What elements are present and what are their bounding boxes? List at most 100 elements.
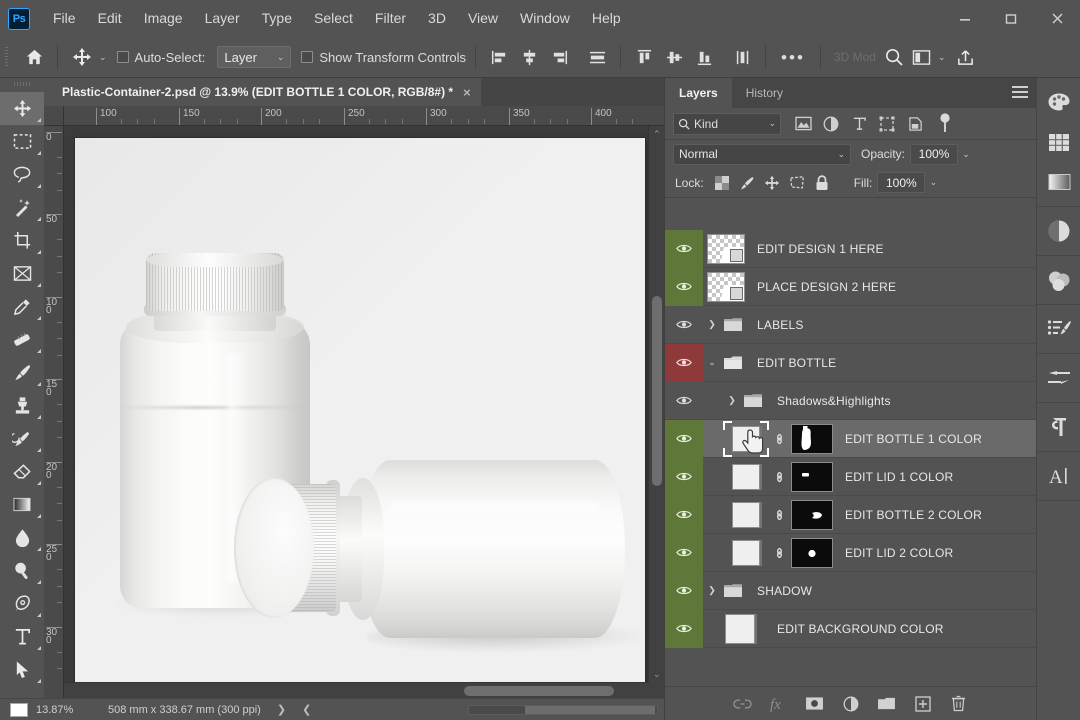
align-top-edges-icon[interactable] (630, 43, 658, 71)
layer-thumbnail[interactable] (723, 497, 769, 533)
layer-row[interactable]: PLACE DESIGN 2 HERE (665, 267, 1036, 306)
horizontal-ruler[interactable]: 100 150 200 250 300 350 400 (64, 106, 664, 126)
menu-item-select[interactable]: Select (303, 0, 364, 37)
distribute-vertically-icon[interactable] (728, 43, 756, 71)
adjustments-panel-icon[interactable] (1037, 211, 1080, 251)
character-panel-icon[interactable]: A (1037, 456, 1080, 496)
menu-item-view[interactable]: View (457, 0, 509, 37)
close-icon[interactable] (1034, 0, 1080, 37)
filter-pixel-icon[interactable] (789, 112, 817, 136)
fill-stepper-icon[interactable]: ⌄ (925, 172, 941, 193)
layer-mask-thumbnail[interactable] (791, 499, 833, 530)
spot-healing-brush-tool[interactable] (0, 323, 44, 356)
layer-visibility-toggle[interactable] (665, 230, 703, 268)
layer-mask-thumbnail[interactable] (791, 537, 833, 568)
brush-tool[interactable] (0, 356, 44, 389)
group-expand-toggle[interactable]: ❯ (723, 395, 741, 406)
group-expand-toggle[interactable]: ❯ (703, 319, 721, 330)
lock-artboard-icon[interactable] (787, 173, 807, 193)
opacity-stepper-icon[interactable]: ⌄ (958, 144, 974, 165)
options-bar-grip[interactable] (2, 43, 12, 71)
swatches-panel-icon[interactable] (1037, 122, 1080, 162)
layer-visibility-toggle[interactable] (665, 609, 703, 648)
fx-icon[interactable]: fx (768, 693, 790, 715)
menu-item-layer[interactable]: Layer (194, 0, 251, 37)
tab-history[interactable]: History (732, 78, 797, 108)
lock-position-icon[interactable] (762, 173, 782, 193)
layer-visibility-toggle[interactable] (665, 343, 703, 382)
layer-row[interactable]: EDIT BACKGROUND COLOR (665, 609, 1036, 648)
type-tool[interactable] (0, 620, 44, 653)
layer-filter-kind-dropdown[interactable]: Kind ⌄ (673, 112, 781, 135)
layer-visibility-toggle[interactable] (665, 533, 703, 572)
align-bottom-edges-icon[interactable] (690, 43, 718, 71)
mask-link-icon[interactable] (769, 468, 789, 486)
menu-item-help[interactable]: Help (581, 0, 632, 37)
align-right-edges-icon[interactable] (545, 43, 573, 71)
mask-link-icon[interactable] (769, 506, 789, 524)
layer-visibility-toggle[interactable] (665, 495, 703, 534)
mask-link-icon[interactable] (769, 430, 789, 448)
auto-select-checkbox[interactable] (116, 51, 129, 63)
align-left-edges-icon[interactable] (485, 43, 513, 71)
group-expand-toggle[interactable]: ❯ (703, 585, 721, 596)
layer-visibility-toggle[interactable] (665, 306, 703, 344)
scrollbar-thumb[interactable] (464, 686, 614, 696)
history-brush-tool[interactable] (0, 422, 44, 455)
chevron-up-icon[interactable]: ⌃ (653, 129, 661, 140)
scrollbar-thumb[interactable] (652, 296, 662, 486)
canvas-horizontal-scrollbar[interactable] (64, 682, 648, 698)
show-transform-controls-checkbox[interactable] (301, 51, 314, 63)
layer-row[interactable]: EDIT DESIGN 1 HERE (665, 230, 1036, 268)
menu-item-3d[interactable]: 3D (417, 0, 457, 37)
filter-shape-icon[interactable] (873, 112, 901, 136)
layer-row[interactable]: EDIT BOTTLE 2 COLOR (665, 495, 1036, 534)
clone-stamp-tool[interactable] (0, 389, 44, 422)
blend-mode-dropdown[interactable]: Normal ⌄ (673, 143, 851, 165)
home-icon[interactable] (20, 43, 48, 71)
status-progress-track[interactable] (468, 705, 658, 715)
eraser-tool[interactable] (0, 455, 44, 488)
menu-item-edit[interactable]: Edit (87, 0, 133, 37)
adjustment-icon[interactable] (840, 693, 862, 715)
layer-row[interactable]: ❯ SHADOW (665, 571, 1036, 610)
auto-select-scope-dropdown[interactable]: Layer ⌄ (217, 46, 292, 68)
canvas-vertical-scrollbar[interactable]: ⌃ ⌄ (648, 126, 664, 682)
tab-layers[interactable]: Layers (665, 78, 732, 108)
filter-type-icon[interactable] (845, 112, 873, 136)
blur-tool[interactable] (0, 521, 44, 554)
layer-thumbnail[interactable] (723, 535, 769, 571)
layer-visibility-toggle[interactable] (665, 571, 703, 610)
chevron-down-icon[interactable]: ⌄ (653, 669, 661, 680)
filter-adjustment-icon[interactable] (817, 112, 845, 136)
mask-link-icon[interactable] (769, 544, 789, 562)
maximize-icon[interactable] (988, 0, 1034, 37)
frame-tool[interactable] (0, 257, 44, 290)
screen-mode-caret-icon[interactable]: ⌄ (938, 52, 946, 63)
status-prev-button[interactable]: ❮ (302, 703, 311, 716)
layer-row[interactable]: ❯ LABELS (665, 306, 1036, 344)
color-panel-icon[interactable] (1037, 82, 1080, 122)
layer-visibility-toggle[interactable] (665, 267, 703, 306)
path-selection-tool[interactable] (0, 653, 44, 686)
foreground-color-swatch[interactable] (10, 702, 28, 717)
folder-icon[interactable] (876, 693, 898, 715)
move-tool-icon[interactable] (67, 43, 97, 71)
lock-transparency-icon[interactable] (712, 173, 732, 193)
paragraph-panel-icon[interactable] (1037, 407, 1080, 447)
layer-list[interactable]: EDIT DESIGN 1 HERE PLACE DESIGN 2 HERE ❯ (665, 230, 1036, 686)
layer-thumbnail[interactable] (707, 233, 745, 264)
link-icon[interactable] (732, 693, 754, 715)
status-next-button[interactable]: ❯ (277, 703, 286, 716)
gradient-tool[interactable] (0, 488, 44, 521)
layer-visibility-toggle[interactable] (665, 382, 703, 420)
layer-visibility-toggle[interactable] (665, 457, 703, 496)
lock-all-icon[interactable] (812, 173, 832, 193)
close-icon[interactable]: × (463, 85, 471, 100)
canvas-viewport[interactable] (64, 126, 648, 682)
menu-item-file[interactable]: File (42, 0, 87, 37)
panel-menu-icon[interactable] (1012, 86, 1028, 100)
move-tool[interactable] (0, 92, 44, 125)
lasso-tool[interactable] (0, 158, 44, 191)
layer-thumbnail[interactable] (723, 459, 769, 495)
